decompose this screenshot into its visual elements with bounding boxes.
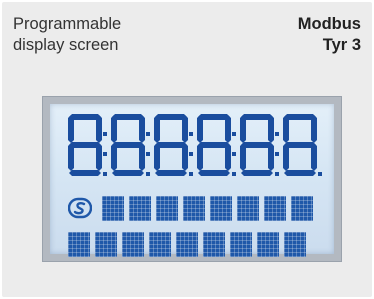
segment-d <box>69 170 101 176</box>
segment-f <box>240 115 246 143</box>
segment-c <box>268 143 274 171</box>
model-badge: Modbus Tyr 3 <box>298 14 361 56</box>
segment-d <box>198 170 230 176</box>
segment-c <box>139 143 145 171</box>
segment-e <box>154 143 160 171</box>
segment-d <box>284 170 316 176</box>
decimal-point <box>318 172 322 176</box>
s-logo-icon <box>68 197 92 219</box>
segment-c <box>311 143 317 171</box>
colon-dot <box>103 132 107 136</box>
colon-dot <box>232 152 236 156</box>
segment-c <box>225 143 231 171</box>
segment-b <box>96 115 102 143</box>
matrix-char-cell <box>210 196 232 221</box>
colon-dot <box>275 132 279 136</box>
decimal-point <box>146 172 150 176</box>
colon-dot <box>189 152 193 156</box>
matrix-char-cell <box>264 196 286 221</box>
feature-title: Programmable display screen <box>13 14 213 56</box>
colon-dot <box>103 152 107 156</box>
matrix-char-cell <box>183 196 205 221</box>
segment-b <box>311 115 317 143</box>
segment-e <box>197 143 203 171</box>
seven-segment-digits <box>68 114 322 176</box>
decimal-point <box>103 172 107 176</box>
colon-dot <box>146 132 150 136</box>
matrix-char-cell <box>230 232 252 257</box>
product-card: Programmable display screen Modbus Tyr 3 <box>2 2 372 297</box>
matrix-char-cell <box>68 232 90 257</box>
colon-dot <box>275 152 279 156</box>
segment-d <box>155 170 187 176</box>
colon-dot <box>232 132 236 136</box>
segment-b <box>268 115 274 143</box>
segment-f <box>154 115 160 143</box>
matrix-char-cell <box>237 196 259 221</box>
matrix-char-cell <box>102 196 124 221</box>
feature-title-line2: display screen <box>13 36 119 54</box>
matrix-char-cell <box>129 196 151 221</box>
segment-e <box>240 143 246 171</box>
segment-b <box>225 115 231 143</box>
decimal-point <box>189 172 193 176</box>
segment-f <box>197 115 203 143</box>
segment-f <box>111 115 117 143</box>
model-label: Tyr 3 <box>322 36 361 54</box>
feature-title-line1: Programmable <box>13 15 122 33</box>
segment-b <box>182 115 188 143</box>
matrix-char-cell <box>257 232 279 257</box>
lcd-glass <box>50 104 334 257</box>
segment-f <box>68 115 74 143</box>
matrix-char-cell <box>203 232 225 257</box>
segment-b <box>139 115 145 143</box>
colon-dot <box>146 152 150 156</box>
matrix-char-cell <box>291 196 313 221</box>
matrix-char-cell <box>176 232 198 257</box>
segment-e <box>283 143 289 171</box>
matrix-char-cell <box>149 232 171 257</box>
segment-f <box>283 115 289 143</box>
decimal-point <box>232 172 236 176</box>
segment-c <box>96 143 102 171</box>
matrix-char-cell <box>284 232 306 257</box>
matrix-char-cell <box>95 232 117 257</box>
segment-d <box>241 170 273 176</box>
segment-c <box>182 143 188 171</box>
matrix-char-cell <box>122 232 144 257</box>
lcd-display <box>42 96 342 262</box>
segment-e <box>111 143 117 171</box>
decimal-point <box>275 172 279 176</box>
matrix-char-cell <box>156 196 178 221</box>
colon-dot <box>189 132 193 136</box>
segment-d <box>112 170 144 176</box>
protocol-label: Modbus <box>297 15 361 33</box>
segment-e <box>68 143 74 171</box>
